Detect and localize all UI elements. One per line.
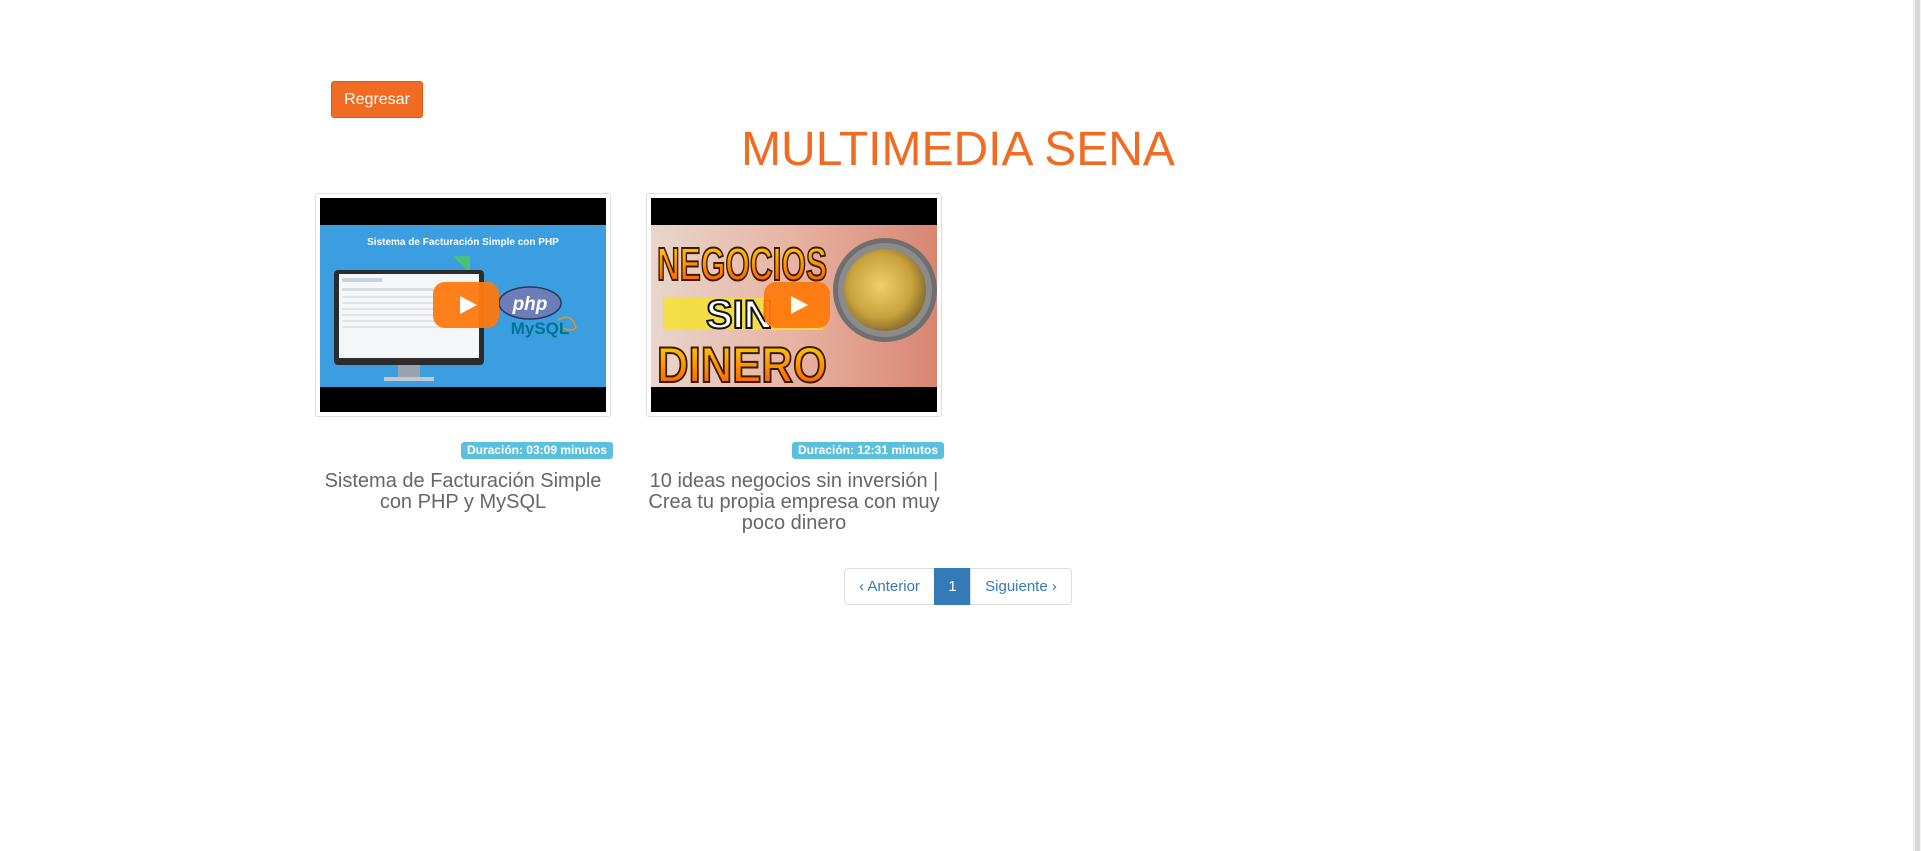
pagination-page-1[interactable]: 1	[934, 568, 971, 605]
duration-badge: Duración: 03:09 minutos	[460, 442, 613, 459]
php-logo-text: php	[512, 294, 548, 315]
video-card: NEGOCIOS SIN DINERO Duración: 12:31 minu…	[646, 193, 944, 534]
video-title[interactable]: Sistema de Facturación Simple con PHP y …	[315, 471, 611, 513]
thumbnail-line2: SIN	[706, 293, 773, 337]
video-player[interactable]: NEGOCIOS SIN DINERO	[651, 198, 937, 412]
pagination: ‹ Anterior 1 Siguiente ›	[844, 568, 1072, 605]
pagination-next-link[interactable]: Siguiente ›	[970, 568, 1072, 605]
video-card: Sistema de Facturación Simple con PHP ph…	[315, 193, 613, 513]
mysql-logo-text: MySQL	[511, 319, 570, 338]
page-title: MULTIMEDIA SENA	[741, 123, 1175, 176]
pagination-prev-link[interactable]: ‹ Anterior	[844, 568, 935, 605]
video-thumbnail[interactable]: NEGOCIOS SIN DINERO	[646, 193, 942, 417]
play-icon[interactable]	[764, 282, 830, 328]
thumbnail-heading: Sistema de Facturación Simple con PHP	[367, 237, 559, 248]
duration-badge: Duración: 12:31 minutos	[791, 442, 944, 459]
back-button[interactable]: Regresar	[331, 81, 423, 118]
video-title[interactable]: 10 ideas negocios sin inversión | Crea t…	[646, 471, 942, 534]
scrollbar-thumb[interactable]	[1915, 0, 1920, 851]
scrollbar[interactable]	[1913, 0, 1921, 851]
thumbnail-line3: DINERO	[657, 337, 827, 393]
page: Regresar MULTIMEDIA SENA Sistema de Fact…	[0, 0, 1921, 851]
video-thumbnail[interactable]: Sistema de Facturación Simple con PHP ph…	[315, 193, 611, 417]
video-player[interactable]: Sistema de Facturación Simple con PHP ph…	[320, 198, 606, 412]
play-icon[interactable]	[433, 282, 499, 328]
